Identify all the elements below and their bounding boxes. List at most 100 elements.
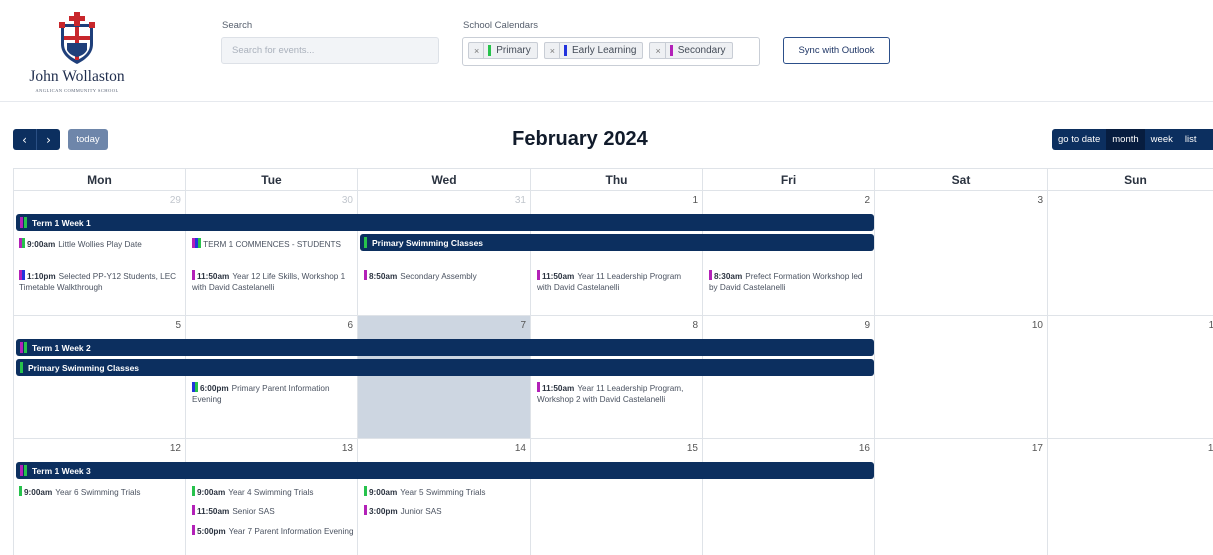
- day-cell[interactable]: 17: [875, 439, 1048, 555]
- event-title: Primary Swimming Classes: [28, 362, 140, 373]
- chip-early-learning[interactable]: × Early Learning: [543, 42, 644, 59]
- day-cell[interactable]: 8: [531, 316, 703, 439]
- chip-label: Early Learning: [571, 45, 637, 56]
- site-header: John Wollaston ANGLICAN COMMUNITY SCHOOL…: [0, 0, 1213, 102]
- day-number: 10: [1031, 320, 1043, 331]
- day-number: 6: [347, 320, 353, 331]
- month-view-button[interactable]: month: [1106, 129, 1145, 150]
- event-item[interactable]: 1:10pm Selected PP-Y12 Students, LEC Time…: [19, 270, 184, 293]
- day-number: 2: [864, 195, 870, 206]
- today-button[interactable]: today: [68, 129, 108, 150]
- weekday-header: Fri: [703, 169, 875, 191]
- event-term-week-1[interactable]: Term 1 Week 1: [16, 214, 874, 231]
- event-title: Term 1 Week 3: [32, 465, 91, 476]
- event-item[interactable]: 6:00pm Primary Parent Information Evening: [192, 382, 354, 405]
- event-item[interactable]: 8:50am Secondary Assembly: [364, 270, 524, 283]
- event-item[interactable]: 5:00pm Year 7 Parent Information Evening: [192, 525, 354, 538]
- day-number: 29: [169, 195, 181, 206]
- day-number: 15: [686, 443, 698, 454]
- weekday-header: Thu: [531, 169, 703, 191]
- go-to-date-button[interactable]: go to date: [1052, 129, 1106, 150]
- remove-early-learning-icon[interactable]: ×: [545, 43, 560, 58]
- day-cell[interactable]: 15: [531, 439, 703, 555]
- event-item[interactable]: 9:00am Little Wollies Play Date: [19, 238, 181, 251]
- weekday-header: Sat: [875, 169, 1048, 191]
- day-number: 14: [514, 443, 526, 454]
- day-number: 7: [520, 320, 526, 331]
- weekday-header: Wed: [358, 169, 531, 191]
- day-cell[interactable]: 16: [703, 439, 875, 555]
- calendars-label: School Calendars: [463, 20, 538, 31]
- day-cell[interactable]: 11: [1048, 316, 1213, 439]
- day-cell[interactable]: 3: [875, 191, 1048, 316]
- day-cell[interactable]: 9: [703, 316, 875, 439]
- event-item[interactable]: 9:00am Year 4 Swimming Trials: [192, 486, 354, 499]
- weekday-header: Tue: [186, 169, 358, 191]
- day-cell[interactable]: 5: [14, 316, 186, 439]
- day-number: 17: [1031, 443, 1043, 454]
- primary-swatch: [20, 362, 23, 373]
- event-item[interactable]: 9:00am Year 5 Swimming Trials: [364, 486, 524, 499]
- prev-next-group: ‹ ›: [13, 129, 60, 150]
- chevron-right-icon[interactable]: ›: [36, 129, 60, 150]
- primary-swatch: [24, 465, 27, 476]
- list-view-button[interactable]: list: [1179, 129, 1203, 150]
- event-item[interactable]: 11:50am Year 11 Leadership Program with D…: [537, 270, 697, 293]
- chip-label: Primary: [496, 45, 531, 56]
- event-item[interactable]: TERM 1 COMMENCES - STUDENTS: [192, 238, 352, 251]
- day-cell[interactable]: 10: [875, 316, 1048, 439]
- search-label: Search: [222, 20, 253, 31]
- event-item[interactable]: 8:30am Prefect Formation Workshop led by …: [709, 270, 871, 293]
- early-learning-color-swatch: [563, 45, 567, 56]
- secondary-swatch: [20, 342, 23, 353]
- event-item[interactable]: 3:00pm Junior SAS: [364, 505, 524, 518]
- weekday-header: Mon: [14, 169, 186, 191]
- event-item[interactable]: 11:50am Senior SAS: [192, 505, 354, 518]
- school-subtitle: ANGLICAN COMMUNITY SCHOOL: [35, 88, 119, 93]
- event-primary-swimming[interactable]: Primary Swimming Classes: [16, 359, 874, 376]
- day-number: 11: [1208, 320, 1213, 331]
- day-number: 31: [514, 195, 526, 206]
- event-primary-swimming[interactable]: Primary Swimming Classes: [360, 234, 874, 251]
- remove-secondary-icon[interactable]: ×: [650, 43, 666, 58]
- day-number: 30: [341, 195, 353, 206]
- page-title: February 2024: [512, 128, 648, 150]
- chip-label: Secondary: [677, 45, 726, 56]
- chip-secondary[interactable]: × Secondary: [649, 42, 733, 59]
- primary-swatch: [24, 342, 27, 353]
- secondary-swatch: [20, 465, 23, 476]
- day-cell[interactable]: 18: [1048, 439, 1213, 555]
- day-number: 8: [692, 320, 698, 331]
- day-number: 16: [858, 443, 870, 454]
- week-view-button[interactable]: week: [1145, 129, 1179, 150]
- day-number: 5: [175, 320, 181, 331]
- secondary-color-swatch: [669, 45, 673, 56]
- day-cell[interactable]: 2: [703, 191, 875, 316]
- day-cell-today[interactable]: 7: [358, 316, 531, 439]
- chevron-left-icon[interactable]: ‹: [13, 129, 36, 150]
- event-term-week-2[interactable]: Term 1 Week 2: [16, 339, 874, 356]
- sync-outlook-button[interactable]: Sync with Outlook: [783, 37, 890, 64]
- day-cell[interactable]: 4: [1048, 191, 1213, 316]
- event-term-week-3[interactable]: Term 1 Week 3: [16, 462, 874, 479]
- event-title: Term 1 Week 2: [32, 342, 91, 353]
- crest-icon: [59, 12, 95, 64]
- calendar-grid: Mon Tue Wed Thu Fri Sat Sun 29 30 31 1 2…: [13, 168, 1213, 555]
- search-input[interactable]: [221, 37, 439, 64]
- remove-primary-icon[interactable]: ×: [469, 43, 485, 58]
- event-item[interactable]: 9:00am Year 6 Swimming Trials: [19, 486, 181, 499]
- school-name: John Wollaston: [29, 68, 125, 85]
- event-item[interactable]: 11:50am Year 12 Life Skills, Workshop 1 w…: [192, 270, 354, 293]
- day-cell[interactable]: 30: [186, 191, 358, 316]
- event-item[interactable]: 11:50am Year 11 Leadership Program, Works…: [537, 382, 697, 405]
- day-cell[interactable]: 29: [14, 191, 186, 316]
- day-cell[interactable]: 31: [358, 191, 531, 316]
- day-number: 18: [1207, 443, 1213, 454]
- chip-primary[interactable]: × Primary: [468, 42, 538, 59]
- event-title: Term 1 Week 1: [32, 217, 91, 228]
- view-switcher: go to date month week list: [1052, 129, 1213, 150]
- school-logo[interactable]: John Wollaston ANGLICAN COMMUNITY SCHOOL: [22, 10, 132, 94]
- calendar-filter[interactable]: × Primary × Early Learning × Secondary: [462, 37, 760, 66]
- day-cell[interactable]: 1: [531, 191, 703, 316]
- day-cell[interactable]: 6: [186, 316, 358, 439]
